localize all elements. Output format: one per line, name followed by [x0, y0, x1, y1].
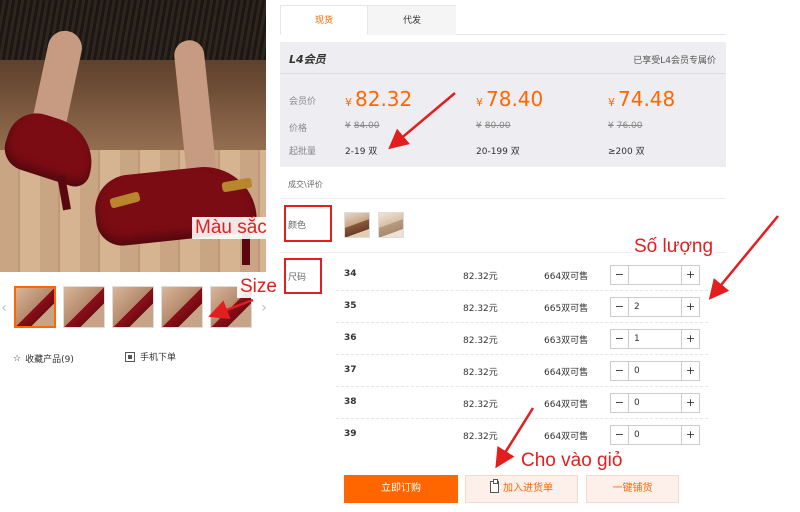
price-label: 价格 — [289, 124, 308, 134]
member-level: L4会员 — [289, 53, 326, 66]
chevron-left-icon[interactable]: ‹ — [0, 298, 10, 318]
divider — [280, 198, 726, 199]
purchase-tabs: 现货 代发 — [280, 5, 726, 35]
annotation-cart: Cho vào giỏ — [518, 450, 626, 472]
size-stock: 664双可售 — [544, 272, 589, 282]
minus-button[interactable]: − — [611, 362, 629, 380]
size-stock: 664双可售 — [544, 432, 589, 442]
price-panel: L4会员 已享受L4会员专属价 会员价 价格 起批量 ¥82.32 ¥78.40… — [280, 42, 726, 167]
qr-code-icon — [125, 351, 135, 362]
plus-button[interactable]: + — [681, 330, 699, 348]
size-price: 82.32元 — [463, 336, 498, 346]
quantity-stepper: − 2 + — [610, 297, 700, 317]
quantity-stepper: − 1 + — [610, 329, 700, 349]
minus-button[interactable]: − — [611, 266, 629, 284]
dress-hem — [0, 0, 266, 60]
clipboard-icon — [490, 479, 499, 493]
thumbnail[interactable] — [112, 286, 154, 328]
order-now-button[interactable]: 立即订购 — [344, 475, 458, 503]
plus-button[interactable]: + — [681, 394, 699, 412]
original-price: ¥76.00 — [608, 121, 643, 131]
size-value: 36 — [344, 333, 357, 343]
deal-review-link[interactable]: 成交\评价 — [288, 179, 323, 190]
size-price: 82.32元 — [463, 432, 498, 442]
plus-button[interactable]: + — [681, 362, 699, 380]
batch-range: 20-199 双 — [476, 147, 520, 157]
batch-label: 起批量 — [289, 147, 317, 157]
color-swatch[interactable] — [378, 212, 404, 238]
tab-dropship[interactable]: 代发 — [368, 5, 456, 35]
color-swatch[interactable] — [344, 212, 370, 238]
member-price: ¥74.48 — [608, 87, 676, 111]
size-price: 82.32元 — [463, 400, 498, 410]
collect-label: 收藏产品(9) — [25, 355, 74, 365]
size-stock: 664双可售 — [544, 400, 589, 410]
tab-in-stock[interactable]: 现货 — [280, 5, 368, 35]
quantity-input[interactable]: 1 — [629, 330, 681, 348]
minus-button[interactable]: − — [611, 298, 629, 316]
minus-button[interactable]: − — [611, 426, 629, 444]
quantity-input[interactable]: 0 — [629, 426, 681, 444]
quantity-stepper: − 0 + — [610, 361, 700, 381]
color-highlight-box — [284, 205, 332, 242]
size-stock: 664双可售 — [544, 368, 589, 378]
annotation-quantity: Số lượng — [631, 236, 717, 258]
add-to-cart-label: 加入进货单 — [503, 483, 553, 494]
member-price-label: 会员价 — [289, 97, 317, 107]
price-panel-header: L4会员 已享受L4会员专属价 — [280, 42, 726, 74]
size-row: 36 82.32元 663双可售 − 1 + — [336, 324, 708, 355]
quantity-stepper: − 0 + — [610, 425, 700, 445]
one-click-distribute-button[interactable]: 一键铺货 — [586, 475, 679, 503]
size-price: 82.32元 — [463, 272, 498, 282]
batch-range: 2-19 双 — [345, 147, 378, 157]
plus-button[interactable]: + — [681, 266, 699, 284]
plus-button[interactable]: + — [681, 298, 699, 316]
minus-button[interactable]: − — [611, 330, 629, 348]
batch-range: ≥200 双 — [608, 147, 645, 157]
size-value: 37 — [344, 365, 357, 375]
size-value: 35 — [344, 301, 357, 311]
collect-product-link[interactable]: ☆ 收藏产品(9) — [13, 352, 74, 366]
size-row: 35 82.32元 665双可售 − 2 + — [336, 292, 708, 323]
chevron-right-icon[interactable]: › — [258, 298, 270, 318]
size-stock: 665双可售 — [544, 304, 589, 314]
size-value: 38 — [344, 397, 357, 407]
annotation-size: Size — [237, 276, 280, 298]
size-stock: 663双可售 — [544, 336, 589, 346]
size-row: 38 82.32元 664双可售 − 0 + — [336, 388, 708, 419]
size-value: 39 — [344, 429, 357, 439]
add-to-cart-button[interactable]: 加入进货单 — [465, 475, 578, 503]
mobile-order-link[interactable]: 手机下单 — [125, 350, 176, 363]
star-icon: ☆ — [13, 353, 22, 364]
size-highlight-box — [284, 258, 322, 294]
original-price: ¥80.00 — [476, 121, 511, 131]
arrow-to-quantity — [708, 215, 779, 300]
quantity-input[interactable]: 0 — [629, 394, 681, 412]
thumbnail[interactable] — [63, 286, 105, 328]
mobile-order-label: 手机下单 — [140, 353, 177, 363]
member-price: ¥78.40 — [476, 87, 544, 111]
member-price: ¥82.32 — [345, 87, 413, 111]
size-row: 39 82.32元 664双可售 − 0 + — [336, 420, 708, 451]
plus-button[interactable]: + — [681, 426, 699, 444]
size-row: 37 82.32元 664双可售 − 0 + — [336, 356, 708, 387]
size-row: 34 82.32元 664双可售 − + — [336, 260, 708, 291]
quantity-stepper: − + — [610, 265, 700, 285]
quantity-input[interactable] — [629, 266, 681, 284]
quantity-stepper: − 0 + — [610, 393, 700, 413]
quantity-input[interactable]: 0 — [629, 362, 681, 380]
member-enjoy-text: 已享受L4会员专属价 — [633, 56, 716, 66]
thumbnail[interactable] — [161, 286, 203, 328]
original-price: ¥84.00 — [345, 121, 380, 131]
annotation-color: Màu sắc — [192, 217, 270, 239]
minus-button[interactable]: − — [611, 394, 629, 412]
size-price: 82.32元 — [463, 368, 498, 378]
quantity-input[interactable]: 2 — [629, 298, 681, 316]
size-value: 34 — [344, 269, 357, 279]
thumbnail[interactable] — [14, 286, 56, 328]
size-price: 82.32元 — [463, 304, 498, 314]
